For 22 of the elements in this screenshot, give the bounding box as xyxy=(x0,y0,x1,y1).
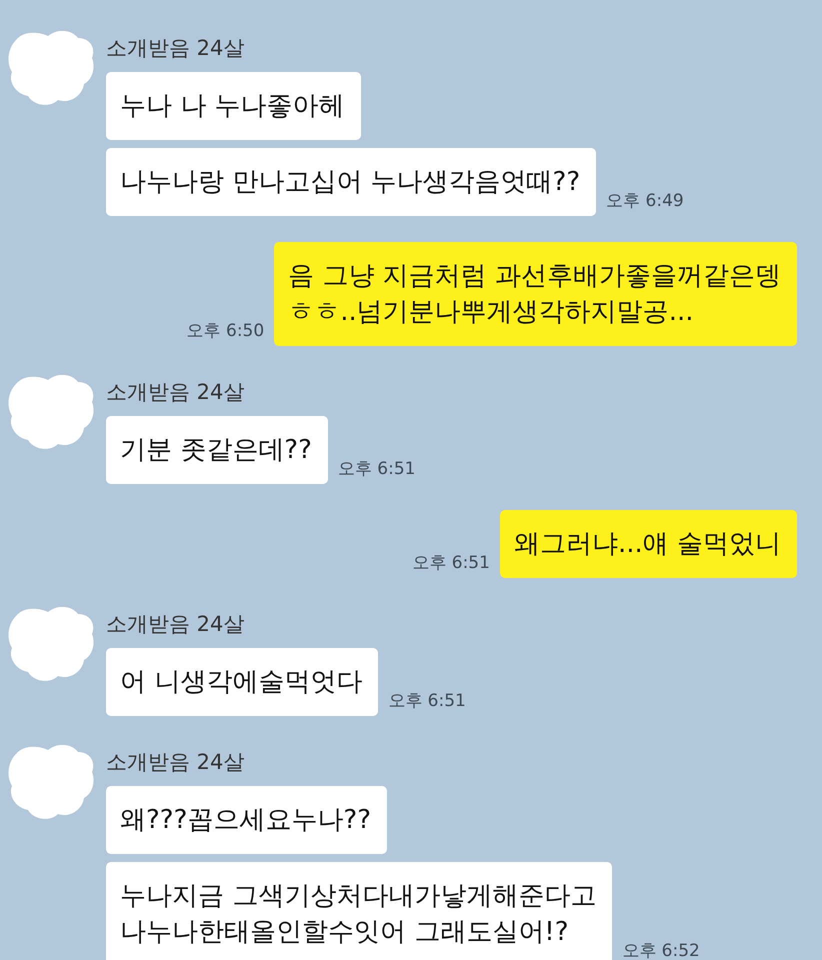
message-time: 오후 6:52 xyxy=(622,940,700,960)
message-bubble: 음 그냥 지금처럼 과선후배가좋을꺼같은뎅 ㅎㅎ..넘기분나뿌게생각하지말공... xyxy=(274,242,797,346)
message-time: 오후 6:51 xyxy=(388,690,466,712)
message-time: 오후 6:51 xyxy=(412,552,490,574)
sender-name: 소개받음 24살 xyxy=(106,35,246,62)
message-bubble: 기분 좃같은데?? xyxy=(106,416,328,484)
message-time: 오후 6:49 xyxy=(606,190,684,212)
avatar-icon[interactable] xyxy=(6,28,96,108)
message-bubble: 어 니생각에술먹엇다 xyxy=(106,648,378,716)
message-time: 오후 6:51 xyxy=(338,458,416,480)
sender-name: 소개받음 24살 xyxy=(106,611,246,638)
avatar-icon[interactable] xyxy=(6,742,96,822)
sender-name: 소개받음 24살 xyxy=(106,379,246,406)
message-time: 오후 6:50 xyxy=(186,320,264,342)
message-bubble: 왜???꼽으세요누나?? xyxy=(106,786,387,854)
avatar-icon[interactable] xyxy=(6,604,96,684)
message-bubble: 누나 나 누나좋아헤 xyxy=(106,72,361,140)
sender-name: 소개받음 24살 xyxy=(106,749,246,776)
avatar-icon[interactable] xyxy=(6,372,96,452)
message-bubble: 왜그러냐...얘 술먹었니 xyxy=(500,510,797,578)
message-bubble: 누나지금 그색기상처다내가낳게해준다고 나누나한태올인할수잇어 그래도실어!? xyxy=(106,862,612,960)
message-bubble: 나누나랑 만나고십어 누나생각음엇때?? xyxy=(106,148,596,216)
